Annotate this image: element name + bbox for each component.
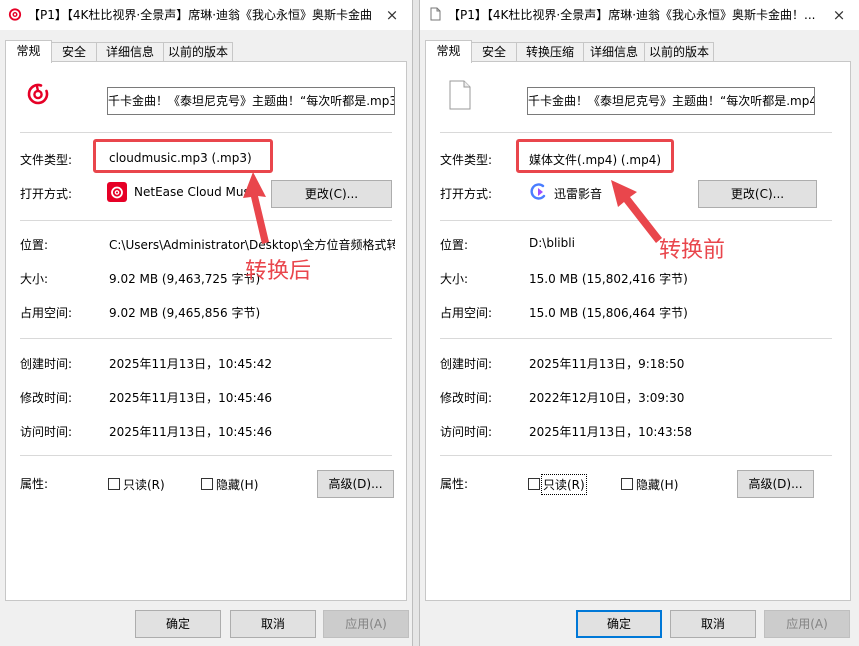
tab-details[interactable]: 详细信息 — [96, 42, 164, 62]
modified-value: 2025年11月13日，10:45:46 — [109, 391, 272, 405]
location-value: D:\blibli — [529, 236, 575, 250]
ok-button[interactable]: 确定 — [135, 610, 221, 638]
hidden-label[interactable]: 隐藏(H) — [216, 476, 258, 493]
tab-general[interactable]: 常规 — [425, 40, 472, 63]
tab-previous-versions[interactable]: 以前的版本 — [644, 42, 714, 62]
divider — [440, 132, 832, 133]
accessed-value: 2025年11月13日，10:43:58 — [529, 425, 692, 439]
disk-size-value: 15.0 MB (15,806,464 字节) — [529, 306, 688, 320]
cancel-button[interactable]: 取消 — [670, 610, 756, 638]
modified-value: 2022年12月10日，3:09:30 — [529, 391, 685, 405]
disk-size-value: 9.02 MB (9,465,856 字节) — [109, 306, 261, 320]
modified-label: 修改时间: — [20, 391, 73, 405]
file-type-label: 文件类型: — [440, 153, 493, 167]
attributes-label: 属性: — [440, 477, 469, 491]
created-label: 创建时间: — [20, 357, 73, 371]
disk-size-label: 占用空间: — [20, 306, 73, 320]
disk-size-label: 占用空间: — [440, 306, 493, 320]
readonly-label[interactable]: 只读(R) — [541, 474, 587, 495]
size-label: 大小: — [20, 272, 49, 286]
size-value: 9.02 MB (9,463,725 字节) — [109, 272, 261, 286]
annotation-arrow — [243, 172, 269, 244]
properties-dialog-mp4: 【P1】【4K杜比视界·全景声】席琳·迪翁《我心永恒》奥斯卡金曲！... × 常… — [419, 0, 859, 646]
tab-previous-versions[interactable]: 以前的版本 — [163, 42, 233, 62]
annotation-arrow — [611, 180, 662, 243]
accessed-label: 访问时间: — [20, 425, 73, 439]
title-bar: 【P1】【4K杜比视界·全景声】席琳·迪翁《我心永恒》奥斯卡金曲... × — [0, 0, 412, 30]
tab-details[interactable]: 详细信息 — [583, 42, 645, 62]
readonly-label[interactable]: 只读(R) — [123, 476, 165, 493]
change-button[interactable]: 更改(C)... — [271, 180, 392, 208]
change-button[interactable]: 更改(C)... — [698, 180, 817, 208]
attributes-label: 属性: — [20, 477, 49, 491]
divider — [20, 455, 392, 456]
divider — [440, 338, 832, 339]
divider — [20, 338, 392, 339]
cancel-button[interactable]: 取消 — [230, 610, 316, 638]
location-label: 位置: — [20, 238, 49, 252]
filename-input[interactable]: 千卡金曲！《泰坦尼克号》主题曲！“每次听都是.mp4 — [527, 87, 815, 115]
hidden-checkbox[interactable] — [201, 478, 213, 490]
divider — [20, 132, 392, 133]
hidden-checkbox[interactable] — [621, 478, 633, 490]
modified-label: 修改时间: — [440, 391, 493, 405]
apply-button[interactable]: 应用(A) — [323, 610, 409, 638]
close-button[interactable]: × — [372, 0, 412, 30]
size-label: 大小: — [440, 272, 469, 286]
title-bar: 【P1】【4K杜比视界·全景声】席琳·迪翁《我心永恒》奥斯卡金曲！... × — [420, 0, 859, 30]
highlight-box — [93, 139, 273, 173]
created-value: 2025年11月13日，10:45:42 — [109, 357, 272, 371]
xunlei-player-icon — [530, 183, 546, 200]
apply-button[interactable]: 应用(A) — [764, 610, 850, 638]
created-value: 2025年11月13日，9:18:50 — [529, 357, 685, 371]
advanced-button[interactable]: 高级(D)... — [737, 470, 814, 498]
ok-button[interactable]: 确定 — [576, 610, 662, 638]
divider — [440, 455, 832, 456]
created-label: 创建时间: — [440, 357, 493, 371]
window-title: 【P1】【4K杜比视界·全景声】席琳·迪翁《我心永恒》奥斯卡金曲... — [28, 8, 372, 22]
tab-convert-compress[interactable]: 转换压缩 — [516, 42, 584, 62]
divider — [20, 220, 392, 221]
tab-security[interactable]: 安全 — [471, 42, 517, 62]
accessed-value: 2025年11月13日，10:45:46 — [109, 425, 272, 439]
netease-music-icon — [8, 8, 22, 21]
file-icon — [449, 80, 471, 110]
accessed-label: 访问时间: — [440, 425, 493, 439]
annotation-label: 转换前 — [659, 238, 726, 263]
open-with-label: 打开方式: — [20, 187, 73, 201]
file-icon — [430, 7, 441, 21]
size-value: 15.0 MB (15,802,416 字节) — [529, 272, 688, 286]
annotation-label: 转换后 — [245, 259, 312, 284]
open-with-label: 打开方式: — [440, 187, 493, 201]
open-with-value: NetEase Cloud Music — [134, 185, 252, 199]
netease-app-icon — [107, 182, 127, 202]
advanced-button[interactable]: 高级(D)... — [317, 470, 394, 498]
filename-input[interactable]: 千卡金曲！《泰坦尼克号》主题曲！“每次听都是.mp3 — [107, 87, 395, 115]
tab-security[interactable]: 安全 — [51, 42, 97, 62]
readonly-checkbox[interactable] — [528, 478, 540, 490]
hidden-label[interactable]: 隐藏(H) — [636, 476, 678, 493]
location-label: 位置: — [440, 238, 469, 252]
properties-dialog-mp3: 【P1】【4K杜比视界·全景声】席琳·迪翁《我心永恒》奥斯卡金曲... × 常规… — [0, 0, 413, 646]
tab-general[interactable]: 常规 — [5, 40, 52, 63]
close-button[interactable]: × — [819, 0, 859, 30]
highlight-box — [516, 139, 674, 173]
open-with-value: 迅雷影音 — [554, 187, 603, 201]
readonly-checkbox[interactable] — [108, 478, 120, 490]
window-title: 【P1】【4K杜比视界·全景声】席琳·迪翁《我心永恒》奥斯卡金曲！... — [448, 8, 816, 22]
netease-music-icon — [27, 83, 49, 105]
file-type-label: 文件类型: — [20, 153, 73, 167]
